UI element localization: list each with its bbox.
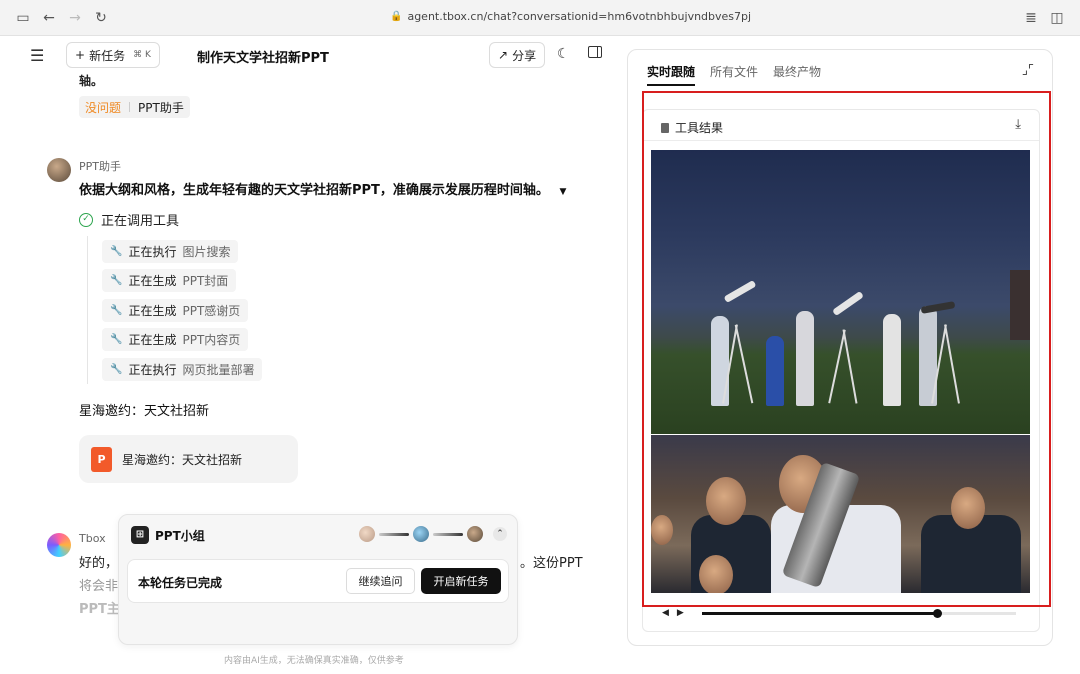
assistant-avatar: [47, 158, 71, 182]
wrench-icon: 🔧: [110, 246, 123, 257]
group-header: ⊞ PPT小组: [131, 526, 205, 544]
avatar: [467, 526, 483, 542]
ppt-file-card[interactable]: P 星海邀约：天文社招新: [79, 435, 298, 483]
member-avatars: [359, 526, 483, 542]
tab-all-files[interactable]: 所有文件: [710, 63, 758, 86]
sender-name: Tbox: [79, 532, 106, 545]
avatar: [413, 526, 429, 542]
ppt-file-icon: P: [91, 446, 112, 472]
chat-header: ☰ + 新任务 ⌘ K 制作天文学社招新PPT ↗ 分享 ☾: [0, 36, 612, 76]
address-bar[interactable]: 🔒 agent.tbox.cn/chat?conversationid=hm6v…: [390, 10, 751, 23]
grid-icon: ⊞: [131, 526, 149, 544]
collapse-icon[interactable]: ⌟⌜: [1022, 63, 1034, 78]
panel-toggle-icon[interactable]: [588, 46, 602, 58]
playback-track[interactable]: [701, 608, 1016, 618]
back-arrow-icon[interactable]: ←: [40, 9, 58, 27]
assistant-message-text: 依据大纲和风格，生成年轻有趣的天文学社招新PPT，准确展示发展历程时间轴。 ▼: [79, 183, 567, 198]
ppt-title: 星海邀约：天文社招新: [79, 404, 210, 419]
split-view-icon[interactable]: ◫: [1048, 9, 1066, 27]
tbox-message-tail: 。这份PPT: [520, 556, 583, 571]
lock-icon: 🔒: [390, 11, 403, 22]
prev-step-icon[interactable]: ◀: [662, 608, 669, 618]
tbox-avatar: [47, 533, 71, 557]
new-task-button[interactable]: + 新任务 ⌘ K: [66, 42, 160, 68]
tbox-message-line: 将会非: [79, 579, 119, 594]
ppt-file-name: 星海邀约：天文社招新: [122, 452, 243, 467]
plus-icon: +: [75, 48, 86, 62]
browser-toolbar: ▭ ← → ↻ 🔒 agent.tbox.cn/chat?conversatio…: [0, 0, 1080, 36]
tab-final-output[interactable]: 最终产物: [773, 63, 821, 86]
agent-group-card: ⊞ PPT小组 ⌃ 本轮任务已完成 继续追问 开启新任务: [118, 514, 518, 645]
reader-icon[interactable]: ≣: [1022, 9, 1040, 27]
reload-icon[interactable]: ↻: [92, 9, 110, 27]
highlight-frame: [642, 91, 1051, 607]
tool-step[interactable]: 🔧 正在生成 PPT封面: [102, 269, 237, 292]
result-panel: 实时跟随 所有文件 最终产物 ⌟⌜ 工具结果 ⤓ ◀ ▶: [627, 49, 1053, 646]
playback-progress: [701, 611, 938, 615]
forward-arrow-icon[interactable]: →: [66, 9, 84, 27]
shortcut-hint: ⌘ K: [133, 50, 151, 60]
tool-step[interactable]: 🔧 正在执行 网页批量部署: [102, 358, 263, 381]
agent-name-tag: PPT助手: [138, 100, 184, 115]
connector: [433, 532, 463, 536]
tool-step[interactable]: 🔧 正在生成 PPT内容页: [102, 328, 249, 351]
continue-ask-button[interactable]: 继续追问: [346, 568, 415, 594]
check-circle-icon: ✓: [79, 212, 93, 227]
task-status: 本轮任务已完成: [138, 576, 223, 590]
wrench-icon: 🔧: [110, 305, 123, 316]
tool-step[interactable]: 🔧 正在生成 PPT感谢页: [102, 299, 249, 322]
start-new-task-button[interactable]: 开启新任务: [421, 568, 501, 594]
chevron-up-icon[interactable]: ⌃: [493, 527, 507, 541]
tbox-message-text: 好的，: [79, 556, 119, 571]
next-step-icon[interactable]: ▶: [677, 608, 684, 618]
divider: [129, 102, 131, 112]
wrench-icon: 🔧: [110, 364, 123, 375]
previous-message-tail: 轴。: [79, 74, 104, 88]
url-text: agent.tbox.cn/chat?conversationid=hm6vot…: [407, 10, 752, 23]
avatar: [359, 526, 375, 542]
steps-connector: [87, 236, 88, 384]
status-tag: 没问题: [85, 100, 122, 115]
playback-handle[interactable]: [933, 608, 943, 618]
dark-mode-icon[interactable]: ☾: [557, 46, 570, 62]
playback-bar: ◀ ▶: [662, 606, 1022, 620]
menu-icon[interactable]: ☰: [30, 46, 50, 66]
group-status-row: 本轮任务已完成 继续追问 开启新任务: [127, 559, 509, 603]
panel-tabs: 实时跟随 所有文件 最终产物: [647, 63, 821, 86]
share-button[interactable]: ↗ 分享: [489, 42, 546, 68]
wrench-icon: 🔧: [110, 275, 123, 286]
tab-live[interactable]: 实时跟随: [647, 63, 696, 86]
tool-status: ✓ 正在调用工具: [79, 210, 179, 229]
connector: [379, 532, 409, 536]
sidebar-toggle-icon[interactable]: ▭: [14, 9, 32, 27]
tool-step[interactable]: 🔧 正在执行 图片搜索: [102, 240, 239, 263]
page-title: 制作天文学社招新PPT: [197, 51, 329, 66]
ai-disclaimer: 内容由AI生成，无法确保真实准确，仅供参考: [224, 656, 404, 666]
agent-tag: 没问题 PPT助手: [79, 96, 190, 118]
caret-down-icon[interactable]: ▼: [559, 187, 566, 197]
wrench-icon: 🔧: [110, 334, 123, 345]
sender-name: PPT助手: [79, 160, 121, 173]
share-icon: ↗: [498, 48, 509, 62]
